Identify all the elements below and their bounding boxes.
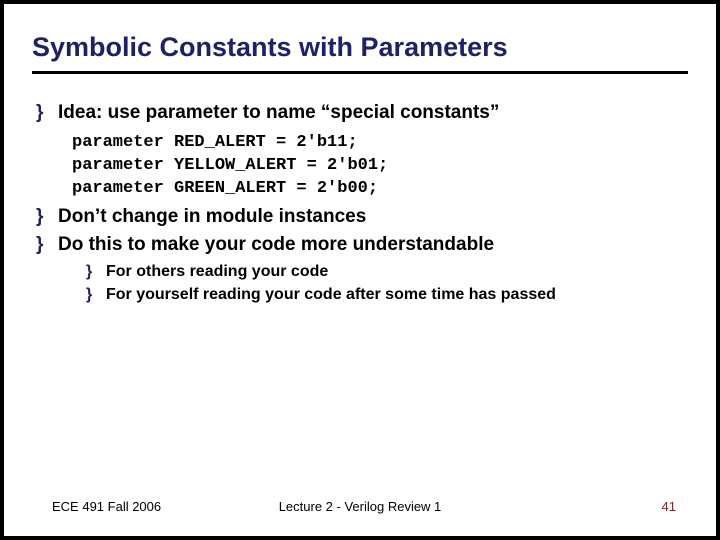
slide-title: Symbolic Constants with Parameters (32, 32, 688, 63)
sub-bullet-list: For others reading your code For yoursel… (58, 260, 688, 306)
sub-bullet-others: For others reading your code (84, 260, 688, 283)
slide: Symbolic Constants with Parameters Idea:… (4, 4, 716, 536)
sub-bullet-yourself: For yourself reading your code after som… (84, 283, 688, 306)
bullet-idea: Idea: use parameter to name “special con… (32, 100, 688, 126)
title-rule (32, 71, 688, 74)
bullet-understandable: Do this to make your code more understan… (32, 232, 688, 306)
bullet-list: Idea: use parameter to name “special con… (32, 100, 688, 126)
footer-center: Lecture 2 - Verilog Review 1 (4, 499, 716, 514)
footer: ECE 491 Fall 2006 Lecture 2 - Verilog Re… (4, 499, 716, 514)
bullet-dont-change: Don’t change in module instances (32, 204, 688, 230)
bullet-understandable-text: Do this to make your code more understan… (58, 234, 494, 255)
bullet-list-cont: Don’t change in module instances Do this… (32, 204, 688, 306)
code-block: parameter RED_ALERT = 2'b11; parameter Y… (32, 128, 688, 205)
